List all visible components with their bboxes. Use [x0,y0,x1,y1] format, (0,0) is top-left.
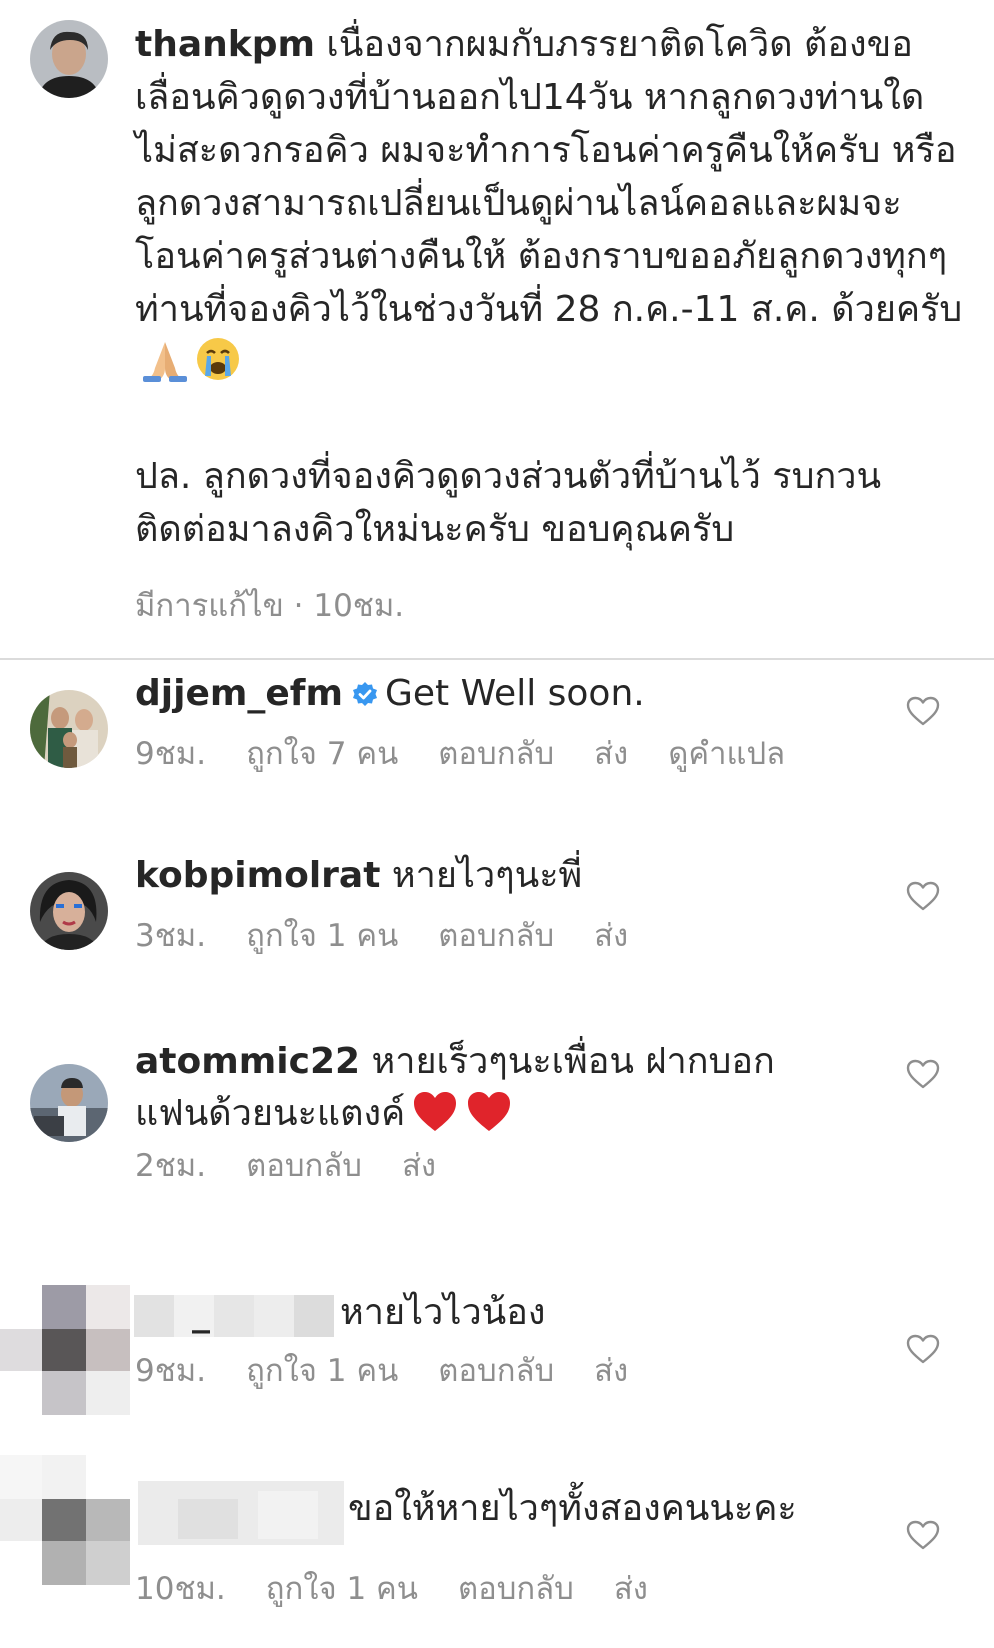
comment-meta: 9ชม. ถูกใจ 1 คน ตอบกลับ ส่ง [135,1345,668,1395]
divider [0,658,994,660]
reply-button[interactable]: ตอบกลับ [438,1353,554,1389]
comment-item: _ หายไวไวน้อง 9ชม. ถูกใจ 1 คน ตอบกลับ ส่ง [0,1285,994,1425]
caption-meta: มีการแก้ไข · 10ชม. [135,588,405,624]
profile-photo-icon [30,872,108,950]
comment-time: 2ชม. [135,1148,207,1184]
like-heart-icon[interactable] [905,1058,941,1090]
comment-text: หายไวไวน้อง [340,1292,546,1333]
comment-meta: 2ชม. ตอบกลับ ส่ง [135,1140,476,1190]
comment-item: atommic22 หายเร็วๆนะเพื่อน ฝากบอกแฟนด้วย… [0,1041,994,1238]
comment-text: หายไวๆนะพี่ [391,855,583,896]
comment-body: หายไวไวน้อง [340,1287,994,1339]
comment-text: Get Well soon. [384,673,645,714]
comment-item: djjem_efm Get Well soon. 9ชม. ถูกใจ 7 คน ตอ… [0,673,994,830]
blurred-avatar [0,1285,130,1415]
post-caption: thankpm เนื่องจากผมกับภรรยาติดโควิด ต้อง… [0,0,994,650]
comment-likes[interactable]: ถูกใจ 1 คน [246,918,398,954]
comment-likes[interactable]: ถูกใจ 1 คน [246,1353,398,1389]
caption-postscript: ปล. ลูกดวงที่จองคิวดูดวงส่วนตัวที่บ้านไว… [135,456,882,550]
like-heart-icon[interactable] [905,1519,941,1551]
comment-item: ขอให้หายไวๆทั้งสองคนนะคะ 10ชม. ถูกใจ 1 คน… [0,1455,994,1615]
send-button[interactable]: ส่ง [594,736,628,772]
send-button[interactable]: ส่ง [594,1353,628,1389]
reply-button[interactable]: ตอบกลับ [438,736,554,772]
crying-face-icon [195,336,241,397]
verified-badge-icon [352,682,377,706]
caption-text: thankpm เนื่องจากผมกับภรรยาติดโควิด ต้อง… [135,18,965,556]
comment-text: ขอให้หายไวๆทั้งสองคนนะคะ [348,1488,797,1529]
caption-username[interactable]: thankpm [135,24,315,65]
avatar[interactable] [30,20,108,98]
like-heart-icon[interactable] [905,1333,941,1365]
like-heart-icon[interactable] [905,695,941,727]
avatar[interactable] [30,690,108,768]
blurred-avatar [0,1455,130,1585]
comment-likes[interactable]: ถูกใจ 7 คน [246,736,398,772]
pixelated-avatar-icon [0,1285,130,1415]
comment-meta: 9ชม. ถูกใจ 7 คน ตอบกลับ ส่ง ดูคำแปล [135,728,825,778]
blurred-username [138,1481,344,1545]
comment-time: 9ชม. [135,736,207,772]
pixelated-avatar-icon [0,1455,130,1585]
comment-meta: 10ชม. ถูกใจ 1 คน ตอบกลับ ส่ง [135,1563,688,1613]
comment-username[interactable]: djjem_efm [135,673,343,714]
avatar[interactable] [30,1064,108,1142]
profile-photo-icon [30,20,108,98]
translate-button[interactable]: ดูคำแปล [668,736,785,772]
comment-meta: 3ชม. ถูกใจ 1 คน ตอบกลับ ส่ง [135,910,668,960]
comment-body: atommic22 หายเร็วๆนะเพื่อน ฝากบอกแฟนด้วย… [135,1036,835,1148]
like-heart-icon[interactable] [905,880,941,912]
reply-button[interactable]: ตอบกลับ [438,918,554,954]
comment-username[interactable]: kobpimolrat [135,855,380,896]
comment-body: ขอให้หายไวๆทั้งสองคนนะคะ [348,1483,948,1535]
comment-time: 10ชม. [135,1571,226,1607]
comment-likes[interactable]: ถูกใจ 1 คน [266,1571,418,1607]
blurred-username [134,1295,334,1337]
reply-button[interactable]: ตอบกลับ [458,1571,574,1607]
comment-body: kobpimolrat หายไวๆนะพี่ [135,850,895,902]
avatar[interactable] [30,872,108,950]
folded-hands-icon [141,338,189,397]
comment-body: djjem_efm Get Well soon. [135,668,895,720]
send-button[interactable]: ส่ง [402,1148,436,1184]
profile-photo-icon [30,1064,108,1142]
comment-item: kobpimolrat หายไวๆนะพี่ 3ชม. ถูกใจ 1 คน ตอ… [0,855,994,1012]
comment-time: 9ชม. [135,1353,207,1389]
profile-photo-icon [30,690,108,768]
comment-username[interactable]: _ [192,1293,210,1334]
send-button[interactable]: ส่ง [614,1571,648,1607]
send-button[interactable]: ส่ง [594,918,628,954]
reply-button[interactable]: ตอบกลับ [246,1148,362,1184]
caption-body: เนื่องจากผมกับภรรยาติดโควิด ต้องขอเลื่อน… [135,24,968,330]
comment-username[interactable]: atommic22 [135,1041,360,1082]
comment-time: 3ชม. [135,918,207,954]
